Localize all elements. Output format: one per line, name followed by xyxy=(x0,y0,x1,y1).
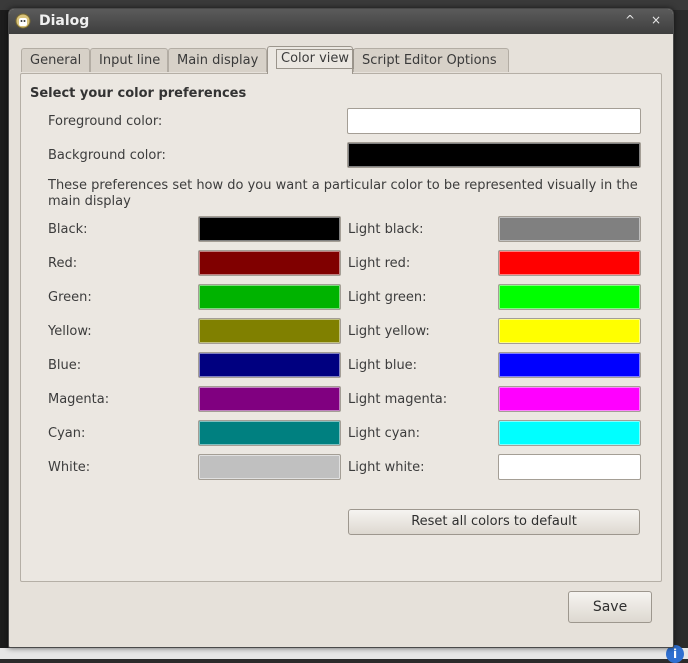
white-color-label: White: xyxy=(48,460,91,475)
tab-main-display[interactable]: Main display xyxy=(168,48,267,72)
light-green-color-button[interactable] xyxy=(498,284,641,310)
cyan-color-button[interactable] xyxy=(198,420,341,446)
red-color-button[interactable] xyxy=(198,250,341,276)
green-color-label: Green: xyxy=(48,290,92,305)
light-black-color-label: Light black: xyxy=(348,222,424,237)
light-yellow-color-label: Light yellow: xyxy=(348,324,430,339)
light-red-color-label: Light red: xyxy=(348,256,411,271)
yellow-color-button[interactable] xyxy=(198,318,341,344)
foreground-color-label: Foreground color: xyxy=(48,114,163,129)
background-color-label: Background color: xyxy=(48,148,166,163)
black-color-label: Black: xyxy=(48,222,88,237)
app-icon xyxy=(15,13,31,29)
title-bar[interactable]: Dialog ^ × xyxy=(9,9,673,34)
cyan-color-label: Cyan: xyxy=(48,426,86,441)
green-color-button[interactable] xyxy=(198,284,341,310)
tab-script-editor-options[interactable]: Script Editor Options xyxy=(353,48,509,72)
light-cyan-color-label: Light cyan: xyxy=(348,426,421,441)
foreground-color-button[interactable] xyxy=(347,108,641,134)
tab-general[interactable]: General xyxy=(21,48,90,72)
light-white-color-label: Light white: xyxy=(348,460,425,475)
light-magenta-color-button[interactable] xyxy=(498,386,641,412)
reset-colors-button[interactable]: Reset all colors to default xyxy=(348,509,640,535)
maximize-icon[interactable]: ^ xyxy=(621,12,639,29)
background-color-button[interactable] xyxy=(347,142,641,168)
light-cyan-color-button[interactable] xyxy=(498,420,641,446)
close-icon[interactable]: × xyxy=(647,12,665,29)
blue-color-button[interactable] xyxy=(198,352,341,378)
desktop-taskbar xyxy=(0,648,688,659)
save-button[interactable]: Save xyxy=(568,591,652,623)
window-title: Dialog xyxy=(39,13,90,29)
magenta-color-button[interactable] xyxy=(198,386,341,412)
tab-input-line[interactable]: Input line xyxy=(90,48,168,72)
light-red-color-button[interactable] xyxy=(498,250,641,276)
black-color-button[interactable] xyxy=(198,216,341,242)
description-text: These preferences set how do you want a … xyxy=(48,178,638,209)
light-white-color-button[interactable] xyxy=(498,454,641,480)
light-black-color-button[interactable] xyxy=(498,216,641,242)
dialog-window: Dialog ^ × General Input line Main displ… xyxy=(8,8,674,648)
section-title: Select your color preferences xyxy=(30,86,247,101)
light-blue-color-label: Light blue: xyxy=(348,358,418,373)
tab-color-view[interactable]: Color view xyxy=(267,46,355,74)
red-color-label: Red: xyxy=(48,256,78,271)
blue-color-label: Blue: xyxy=(48,358,82,373)
magenta-color-label: Magenta: xyxy=(48,392,110,407)
light-magenta-color-label: Light magenta: xyxy=(348,392,448,407)
white-color-button[interactable] xyxy=(198,454,341,480)
light-green-color-label: Light green: xyxy=(348,290,427,305)
light-yellow-color-button[interactable] xyxy=(498,318,641,344)
light-blue-color-button[interactable] xyxy=(498,352,641,378)
yellow-color-label: Yellow: xyxy=(48,324,92,339)
